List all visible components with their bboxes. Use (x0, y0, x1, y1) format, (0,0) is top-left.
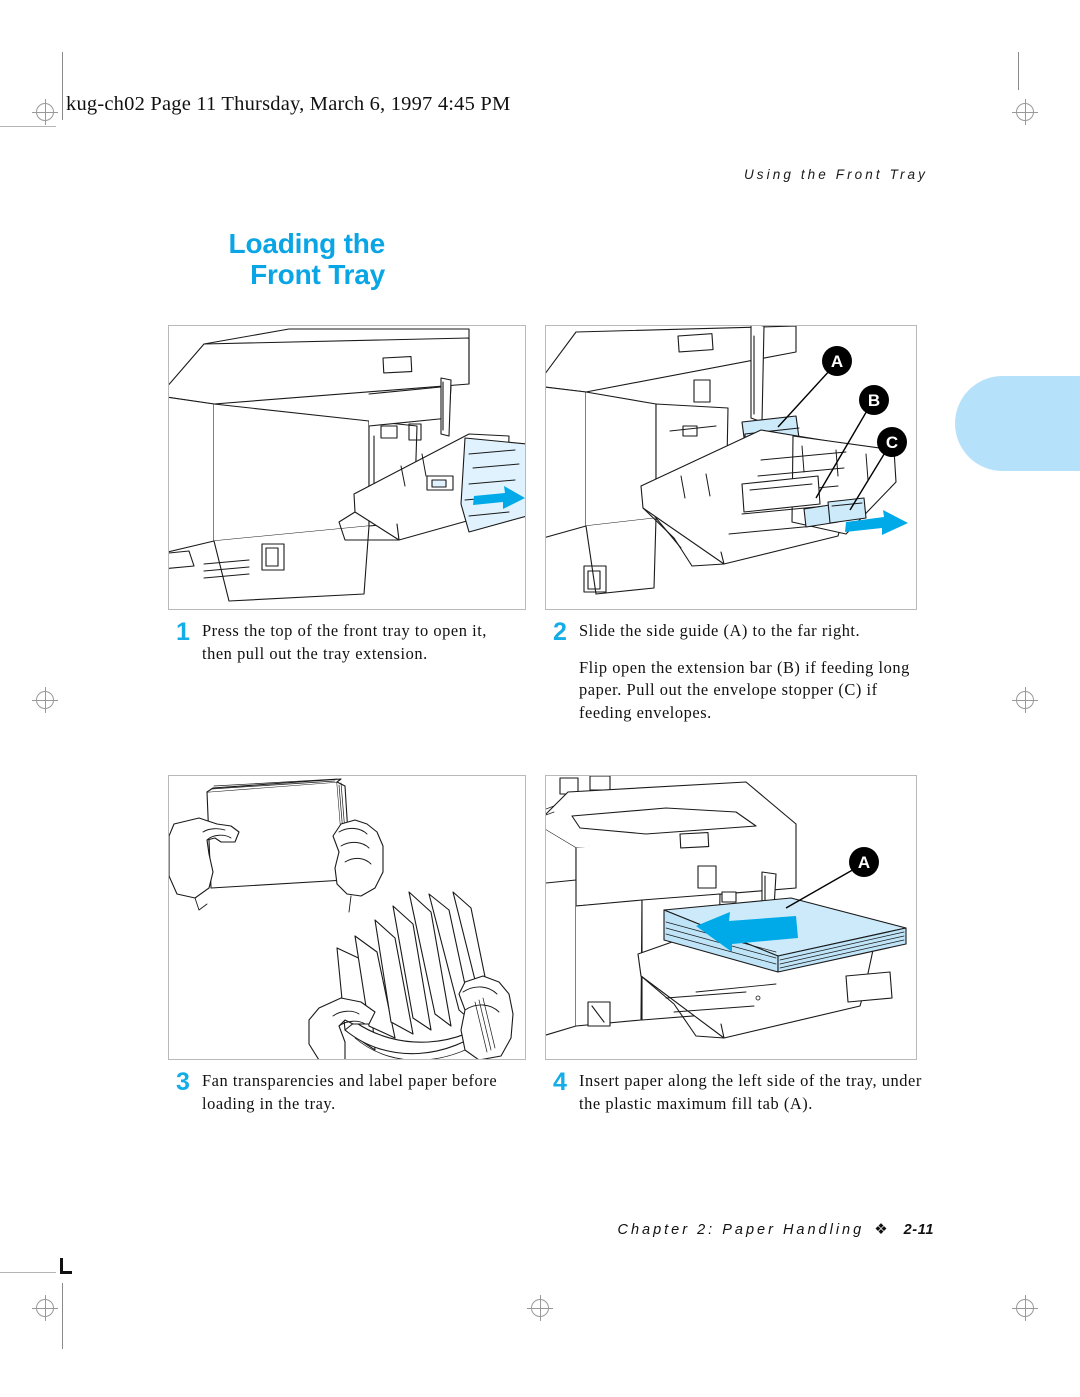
floret-icon: ❖ (874, 1221, 888, 1238)
registration-mark-bottom-left (32, 1295, 58, 1321)
registration-vline (45, 99, 46, 125)
registration-hline (32, 1308, 58, 1309)
page-title-line1: Loading the (228, 228, 386, 259)
registration-ring (36, 691, 54, 709)
svg-text:B: B (868, 391, 880, 410)
registration-vline (1025, 687, 1026, 713)
registration-vline (1025, 1295, 1026, 1321)
corner-crop-mark (60, 1258, 72, 1274)
footer-chapter: Chapter 2: Paper Handling (617, 1222, 865, 1238)
step-3-paragraph-1: Fan transparencies and label paper befor… (202, 1071, 498, 1113)
figure-panel-4: A (545, 775, 917, 1060)
step-1: 1 Press the top of the front tray to ope… (176, 620, 521, 665)
document-header: kug-ch02 Page 11 Thursday, March 6, 1997… (66, 93, 511, 115)
registration-hline (32, 700, 58, 701)
registration-ring (531, 1299, 549, 1317)
svg-text:A: A (858, 853, 870, 872)
step-4-paragraph-1: Insert paper along the left side of the … (579, 1071, 922, 1113)
callout-a: A (849, 847, 879, 877)
running-head: Using the Front Tray (743, 167, 928, 182)
step-2-text: Slide the side guide (A) to the far righ… (579, 620, 913, 724)
step-3-text: Fan transparencies and label paper befor… (202, 1070, 506, 1115)
page-footer: Chapter 2: Paper Handling ❖ 2-11 (617, 1220, 934, 1238)
registration-mark-mid-left (32, 687, 58, 713)
crop-mark-right-top (1018, 52, 1019, 90)
callout-a: A (822, 346, 852, 376)
step-4-text: Insert paper along the left side of the … (579, 1070, 923, 1115)
registration-mark-bottom-center (527, 1295, 553, 1321)
crop-mark-left-top (62, 52, 63, 120)
registration-hline (527, 1308, 553, 1309)
step-4: 4 Insert paper along the left side of th… (553, 1070, 923, 1115)
registration-ring (36, 103, 54, 121)
crop-mark-left-rule (0, 126, 56, 127)
figure-3-illustration (169, 778, 514, 1059)
step-2-paragraph-1: Slide the side guide (A) to the far righ… (579, 621, 861, 640)
step-3-number: 3 (176, 1068, 190, 1096)
chapter-thumb-tab (955, 376, 1080, 471)
registration-ring (1016, 1299, 1034, 1317)
crop-mark-bottomleft-rule (0, 1272, 56, 1273)
step-2-paragraph-2: Flip open the extension bar (B) if feedi… (579, 657, 910, 722)
step-3: 3 Fan transparencies and label paper bef… (176, 1070, 506, 1115)
registration-vline (45, 1295, 46, 1321)
registration-ring (1016, 103, 1034, 121)
step-2-number: 2 (553, 618, 567, 646)
registration-ring (36, 1299, 54, 1317)
registration-hline (1012, 700, 1038, 701)
registration-vline (1025, 99, 1026, 125)
registration-mark-bottom-right (1012, 1295, 1038, 1321)
registration-mark-top-left (32, 99, 58, 125)
registration-hline (1012, 1308, 1038, 1309)
page-title-line2: Front Tray (250, 259, 385, 290)
step-1-number: 1 (176, 618, 190, 646)
callout-b: B (859, 385, 889, 415)
step-1-paragraph-1: Press the top of the front tray to open … (202, 621, 487, 663)
registration-hline (1012, 112, 1038, 113)
figure-panel-2: A B C (545, 325, 917, 610)
figure-2-illustration: A B C (546, 326, 908, 595)
footer-page-number: 2-11 (903, 1222, 934, 1238)
step-1-text: Press the top of the front tray to open … (202, 620, 521, 665)
step-4-number: 4 (553, 1068, 567, 1096)
registration-ring (1016, 691, 1034, 709)
registration-vline (45, 687, 46, 713)
step-2: 2 Slide the side guide (A) to the far ri… (553, 620, 913, 724)
registration-mark-top-right (1012, 99, 1038, 125)
page-title: Loading the Front Tray (160, 228, 386, 290)
svg-text:A: A (831, 352, 843, 371)
registration-vline (540, 1295, 541, 1321)
figure-panel-1 (168, 325, 526, 610)
figure-1-illustration (169, 328, 525, 602)
figure-panel-3 (168, 775, 526, 1060)
registration-hline (32, 112, 58, 113)
figure-4-illustration: A (546, 776, 907, 1039)
registration-mark-mid-right (1012, 687, 1038, 713)
crop-mark-left-bottom (62, 1283, 63, 1349)
callout-c: C (877, 427, 907, 457)
svg-text:C: C (886, 433, 898, 452)
